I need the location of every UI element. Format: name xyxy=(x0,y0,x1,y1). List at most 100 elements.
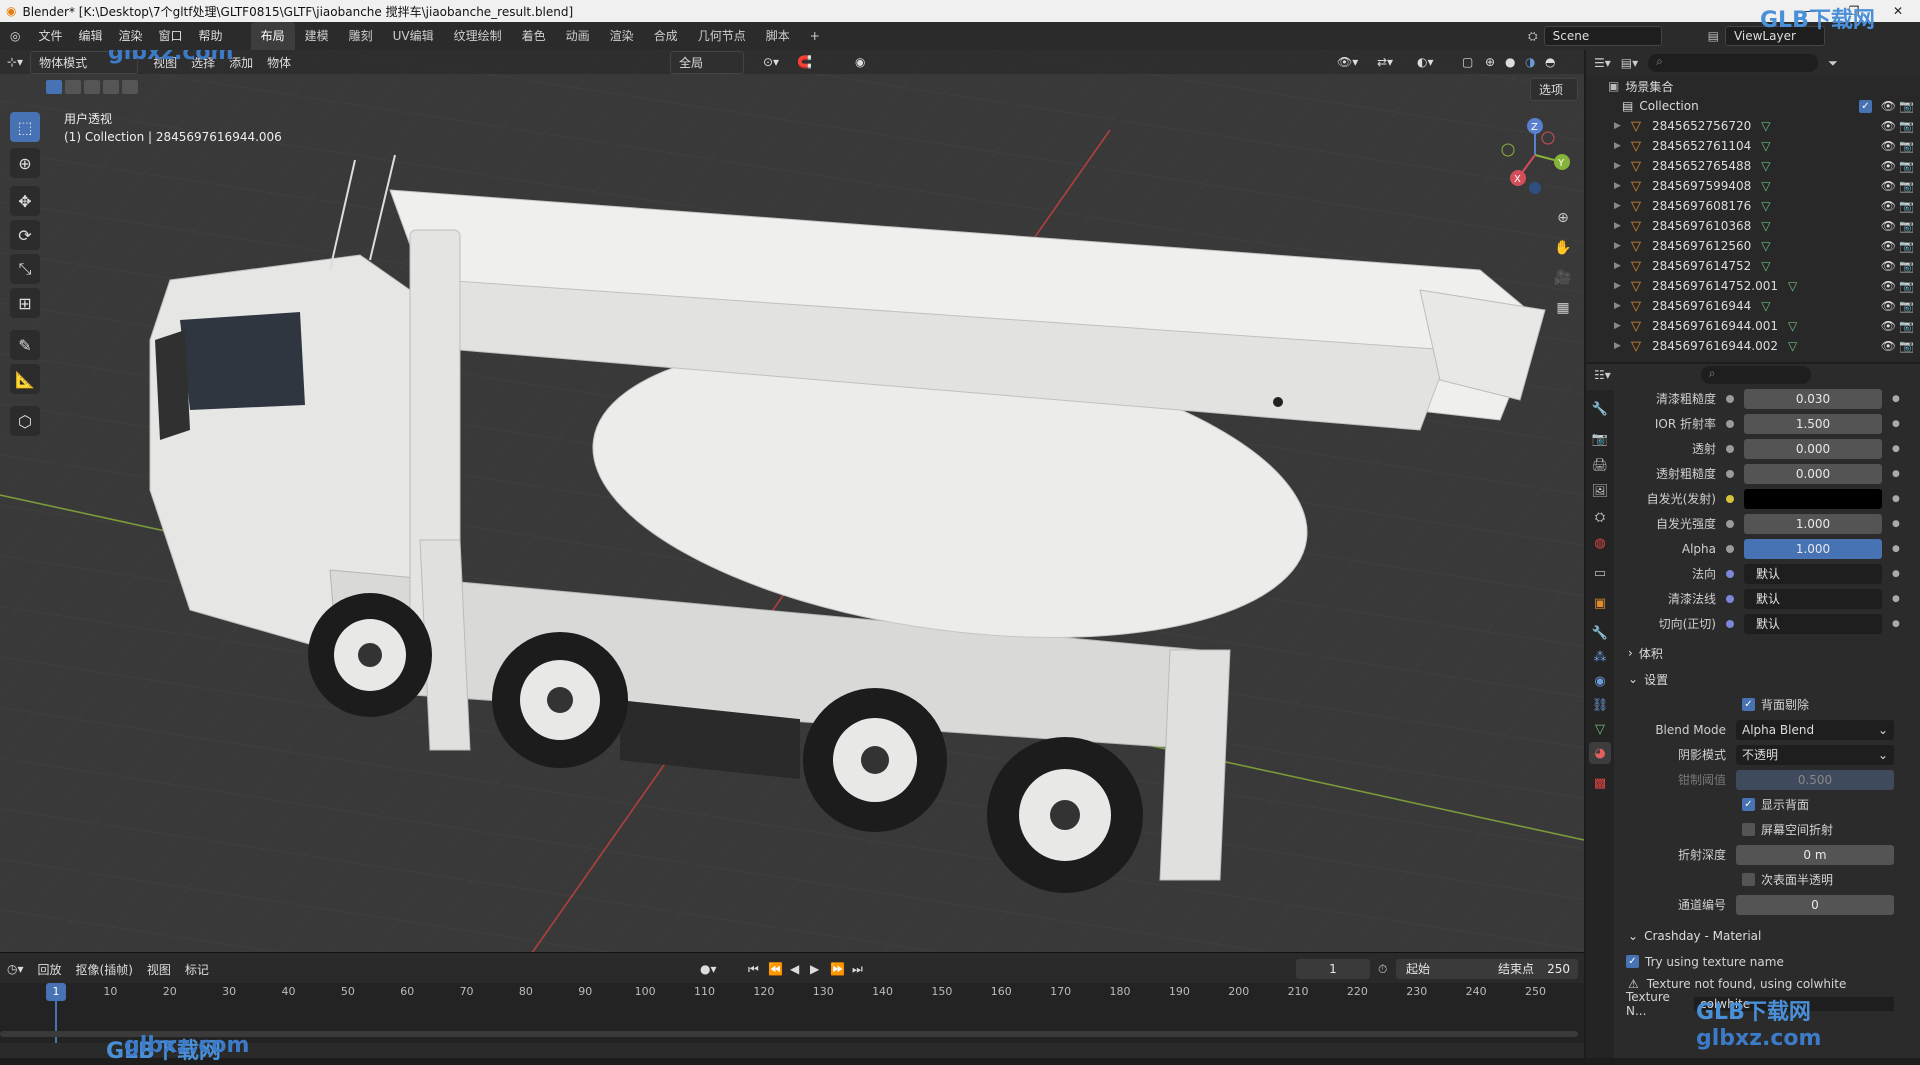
tab-layout[interactable]: 布局 xyxy=(250,22,295,50)
filter-icon[interactable]: ⏷ xyxy=(1828,56,1838,71)
shader-input-field[interactable]: 默认 xyxy=(1744,563,1882,584)
menu-file[interactable]: 文件 xyxy=(30,22,70,50)
subsurface-row[interactable]: 次表面半透明 xyxy=(1616,867,1916,892)
outliner-object-row[interactable]: ▶ ▽ 2845697612560 ▽ 👁 📷 xyxy=(1586,236,1920,256)
collection-visibility-icon[interactable]: 👁 xyxy=(1881,99,1896,113)
shader-input-field[interactable]: 0.000 xyxy=(1744,438,1882,459)
timeline-menu-keying[interactable]: 抠像(插帧) xyxy=(69,961,140,978)
settings-section-header[interactable]: ⌄ 设置 xyxy=(1616,666,1916,692)
screen-refraction-checkbox[interactable] xyxy=(1742,823,1755,836)
object-visibility-icon[interactable]: 👁 xyxy=(1881,319,1896,333)
menu-render[interactable]: 渲染 xyxy=(111,22,151,50)
jump-start-icon[interactable]: ⏮ xyxy=(748,962,759,977)
keyframe-dot-icon[interactable]: ● xyxy=(1892,394,1900,404)
outliner-editor[interactable]: ☰▾ ▤▾ ⌕ ⏷ ▣ 场景集合 ▤ Collection ✓ 👁 📷 ▶ ▽ 28… xyxy=(1586,50,1920,362)
backface-culling-row[interactable]: ✓ 背面剔除 xyxy=(1616,692,1916,717)
options-dropdown[interactable]: 选项 xyxy=(1530,78,1578,101)
proportional-edit-icon[interactable]: ◉ xyxy=(848,55,872,69)
object-render-icon[interactable]: 📷 xyxy=(1899,259,1914,273)
select-intersect-icon[interactable] xyxy=(122,80,138,94)
crashday-section-header[interactable]: ⌄ Crashday - Material xyxy=(1616,923,1916,949)
refraction-depth-field[interactable]: 0 m xyxy=(1736,844,1894,865)
navigation-gizmo[interactable]: Z Y X xyxy=(1490,110,1580,200)
scene-collection-row[interactable]: ▣ 场景集合 xyxy=(1586,76,1920,96)
keyframe-dot-icon[interactable]: ● xyxy=(1892,544,1900,554)
gizmo-toggle-icon[interactable]: ⇄▾ xyxy=(1370,55,1400,69)
object-visibility-icon[interactable]: 👁 xyxy=(1881,239,1896,253)
keyframe-dot-icon[interactable]: ● xyxy=(1892,469,1900,479)
expand-triangle-icon[interactable]: ▶ xyxy=(1614,301,1626,311)
measure-tool[interactable]: 📐 xyxy=(10,364,40,394)
expand-triangle-icon[interactable]: ▶ xyxy=(1614,281,1626,291)
timeline-editor-icon[interactable]: ◷▾ xyxy=(0,962,31,976)
menu-window[interactable]: 窗口 xyxy=(151,22,191,50)
select-box-tool[interactable]: ⬚ xyxy=(10,112,40,142)
tab-shading[interactable]: 着色 xyxy=(512,22,556,50)
outliner-search-input[interactable]: ⌕ xyxy=(1648,54,1819,72)
object-render-icon[interactable]: 📷 xyxy=(1899,179,1914,193)
scene-selector[interactable]: Scene xyxy=(1543,26,1662,46)
object-visibility-icon[interactable]: 👁 xyxy=(1881,279,1896,293)
tab-uv-editing[interactable]: UV编辑 xyxy=(383,22,444,50)
expand-triangle-icon[interactable]: ▶ xyxy=(1614,241,1626,251)
play-reverse-icon[interactable]: ◀ xyxy=(790,962,799,976)
object-render-icon[interactable]: 📷 xyxy=(1899,119,1914,133)
keyframe-dot-icon[interactable]: ● xyxy=(1892,519,1900,529)
add-cube-tool[interactable]: ⬡ xyxy=(10,406,40,436)
pivot-icon[interactable]: ⊙▾ xyxy=(756,55,786,69)
outliner-object-row[interactable]: ▶ ▽ 2845697616944 ▽ 👁 📷 xyxy=(1586,296,1920,316)
perspective-grid-icon[interactable]: ▦ xyxy=(1550,295,1576,321)
socket-dot-icon[interactable] xyxy=(1726,469,1734,478)
expand-triangle-icon[interactable]: ▶ xyxy=(1614,121,1626,131)
keyframe-dot-icon[interactable]: ● xyxy=(1892,569,1900,579)
object-render-icon[interactable]: 📷 xyxy=(1899,299,1914,313)
cursor-tool[interactable]: ⊕ xyxy=(10,148,40,178)
tab-modeling[interactable]: 建模 xyxy=(295,22,339,50)
record-icon[interactable]: ●▾ xyxy=(700,962,717,976)
prev-keyframe-icon[interactable]: ⏪ xyxy=(768,962,783,976)
show-backface-checkbox[interactable]: ✓ xyxy=(1742,798,1755,811)
scene-tab-icon[interactable]: ⛭ xyxy=(1589,506,1611,528)
material-tab-icon[interactable]: ◕ xyxy=(1589,742,1611,764)
object-tab-icon[interactable]: ▣ xyxy=(1589,592,1611,614)
tab-animation[interactable]: 动画 xyxy=(556,22,600,50)
data-tab-icon[interactable]: ▽ xyxy=(1589,718,1611,740)
menu-edit[interactable]: 编辑 xyxy=(71,22,111,50)
outliner-object-row[interactable]: ▶ ▽ 2845652761104 ▽ 👁 📷 xyxy=(1586,136,1920,156)
timeline-menu-marker[interactable]: 标记 xyxy=(178,961,216,978)
modifier-tab-icon[interactable]: 🔧 xyxy=(1589,622,1611,644)
outliner-editor-icon[interactable]: ☰▾ xyxy=(1594,56,1611,70)
object-render-icon[interactable]: 📷 xyxy=(1899,339,1914,353)
collection-row[interactable]: ▤ Collection ✓ 👁 📷 xyxy=(1586,96,1920,116)
volume-section-header[interactable]: › 体积 xyxy=(1616,640,1916,666)
outliner-object-row[interactable]: ▶ ▽ 2845697610368 ▽ 👁 📷 xyxy=(1586,216,1920,236)
expand-triangle-icon[interactable]: ▶ xyxy=(1614,201,1626,211)
backface-culling-checkbox[interactable]: ✓ xyxy=(1742,698,1755,711)
object-visibility-icon[interactable]: 👁 xyxy=(1881,159,1896,173)
menu-help[interactable]: 帮助 xyxy=(191,22,231,50)
pass-index-field[interactable]: 0 xyxy=(1736,894,1894,915)
blend-mode-select[interactable]: Alpha Blend ⌄ xyxy=(1736,719,1894,740)
expand-triangle-icon[interactable]: ▶ xyxy=(1614,341,1626,351)
collection-checkbox[interactable]: ✓ xyxy=(1859,99,1872,113)
snap-icon[interactable]: 🧲 xyxy=(790,55,819,69)
timeline-menu-view[interactable]: 视图 xyxy=(140,961,178,978)
object-visibility-icon[interactable]: 👁 xyxy=(1881,259,1896,273)
tab-compositing[interactable]: 合成 xyxy=(644,22,688,50)
socket-dot-icon[interactable] xyxy=(1726,594,1734,603)
outliner-object-row[interactable]: ▶ ▽ 2845697614752 ▽ 👁 📷 xyxy=(1586,256,1920,276)
subsurface-checkbox[interactable] xyxy=(1742,873,1755,886)
current-frame-field[interactable]: 1 xyxy=(1296,959,1370,979)
properties-editor-icon[interactable]: ☷▾ xyxy=(1594,368,1611,382)
object-visibility-icon[interactable]: 👁 xyxy=(1881,299,1896,313)
properties-search-input[interactable]: ⌕ xyxy=(1700,366,1811,384)
object-render-icon[interactable]: 📷 xyxy=(1899,139,1914,153)
texture-tab-icon[interactable]: ▩ xyxy=(1589,772,1611,794)
transform-tool[interactable]: ⊞ xyxy=(10,288,40,318)
expand-triangle-icon[interactable]: ▶ xyxy=(1614,321,1626,331)
tool-tab-icon[interactable]: 🔧 xyxy=(1589,398,1611,420)
keyframe-dot-icon[interactable]: ● xyxy=(1892,419,1900,429)
output-tab-icon[interactable]: 🖨 xyxy=(1589,454,1611,476)
expand-triangle-icon[interactable]: ▶ xyxy=(1614,261,1626,271)
expand-triangle-icon[interactable]: ▶ xyxy=(1614,181,1626,191)
